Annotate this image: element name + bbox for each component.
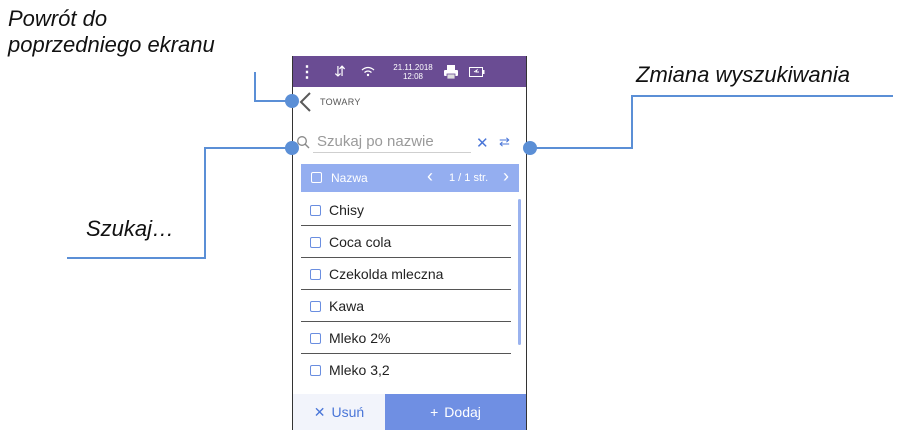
item-label: Coca cola xyxy=(329,234,392,250)
status-bar: ⋮ ⇵ 21.11.2018 12:08 xyxy=(293,56,526,87)
add-button[interactable]: + Dodaj xyxy=(385,394,526,430)
callout-line-search-mode xyxy=(530,95,893,149)
more-vertical-icon[interactable]: ⋮ xyxy=(299,56,315,87)
search-row: ✕ ⇄ xyxy=(293,130,526,158)
list-item[interactable]: Chisy xyxy=(301,194,511,226)
item-checkbox[interactable] xyxy=(310,301,321,312)
callout-search: Szukaj… xyxy=(86,216,175,241)
item-checkbox[interactable] xyxy=(310,205,321,216)
callout-dot-search xyxy=(285,141,299,155)
list-item[interactable]: Mleko 3,2 xyxy=(301,354,511,386)
page-indicator: 1 / 1 str. xyxy=(449,172,489,184)
callout-back-line2: poprzedniego ekranu xyxy=(8,32,215,57)
chevron-left-icon[interactable]: ‹ xyxy=(427,166,433,187)
item-checkbox[interactable] xyxy=(310,333,321,344)
status-date: 21.11.2018 xyxy=(393,62,433,72)
callout-dot-search-mode xyxy=(523,141,537,155)
battery-icon xyxy=(468,56,486,87)
list-header: Nazwa ‹ 1 / 1 str. › xyxy=(301,164,519,192)
usb-icon: ⇵ xyxy=(334,63,346,79)
callout-back-title: Powrót do poprzedniego ekranu xyxy=(8,6,215,58)
column-name-label[interactable]: Nazwa xyxy=(331,171,368,185)
item-checkbox[interactable] xyxy=(310,269,321,280)
chevron-right-icon[interactable]: › xyxy=(503,166,509,187)
search-input[interactable] xyxy=(313,131,471,153)
delete-button[interactable]: ✕ Usuń xyxy=(293,394,385,430)
item-label: Mleko 2% xyxy=(329,330,391,346)
wifi-icon xyxy=(361,56,375,87)
add-button-label: Dodaj xyxy=(444,404,481,420)
list-scrollbar[interactable] xyxy=(518,199,521,345)
product-list: Chisy Coca cola Czekolda mleczna Kawa Ml… xyxy=(301,194,511,386)
bottom-action-bar: ✕ Usuń + Dodaj xyxy=(293,394,526,430)
list-item[interactable]: Kawa xyxy=(301,290,511,322)
delete-button-label: Usuń xyxy=(331,404,365,420)
item-label: Mleko 3,2 xyxy=(329,362,390,378)
item-label: Kawa xyxy=(329,298,365,314)
status-clock: 21.11.2018 12:08 xyxy=(390,56,436,87)
list-item[interactable]: Coca cola xyxy=(301,226,511,258)
status-time: 12:08 xyxy=(402,71,424,81)
callout-dot-back xyxy=(285,94,299,108)
item-label: Czekolda mleczna xyxy=(329,266,444,282)
phone-screen: ⋮ ⇵ 21.11.2018 12:08 TOWARY ✕ ⇄ Nazwa xyxy=(292,56,527,430)
item-checkbox[interactable] xyxy=(310,365,321,376)
plus-icon: + xyxy=(430,404,439,420)
page-title: TOWARY xyxy=(320,97,361,107)
item-label: Chisy xyxy=(329,202,365,218)
screen-header: TOWARY xyxy=(293,87,526,117)
printer-icon xyxy=(442,56,460,87)
callout-back-line1: Powrót do xyxy=(8,6,108,31)
close-icon[interactable]: ✕ xyxy=(476,134,489,152)
swap-arrows-icon[interactable]: ⇄ xyxy=(499,134,510,150)
chevron-left-icon[interactable] xyxy=(297,91,315,113)
close-icon: ✕ xyxy=(313,403,326,420)
list-item[interactable]: Mleko 2% xyxy=(301,322,511,354)
list-item[interactable]: Czekolda mleczna xyxy=(301,258,511,290)
callout-search-mode: Zmiana wyszukiwania xyxy=(636,62,850,87)
select-all-checkbox[interactable] xyxy=(311,172,322,183)
item-checkbox[interactable] xyxy=(310,237,321,248)
